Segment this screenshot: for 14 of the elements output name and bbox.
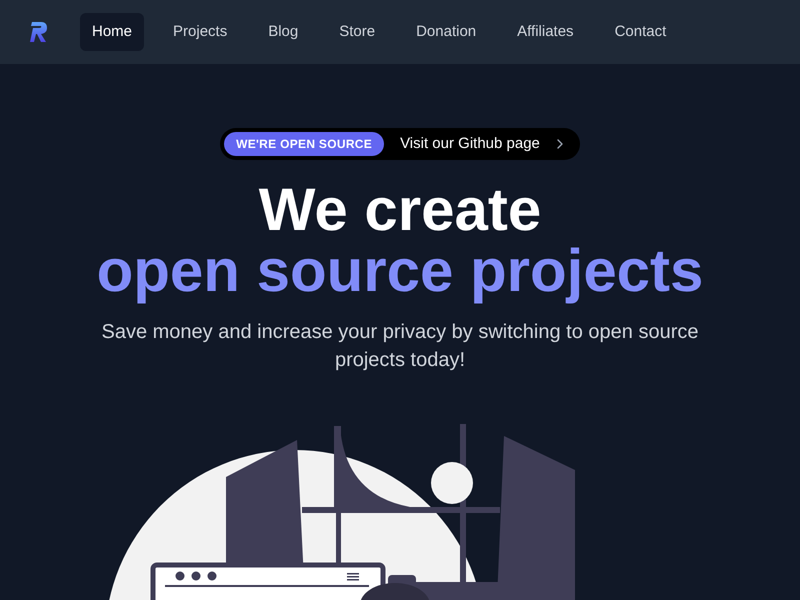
nav-link[interactable]: Donation <box>404 12 488 52</box>
logo-icon[interactable] <box>30 21 48 43</box>
hero-title: We create <box>258 180 542 240</box>
nav-link[interactable]: Blog <box>256 12 310 52</box>
nav-link[interactable]: Store <box>327 12 388 52</box>
nav-link[interactable]: Projects <box>161 12 240 52</box>
github-banner[interactable]: WE'RE OPEN SOURCE Visit our Github page <box>220 128 580 160</box>
hero-subtitle: Save money and increase your privacy by switching to open source projects today! <box>100 320 700 373</box>
hero-title-highlight: open source projects <box>96 240 704 302</box>
nav-link[interactable]: Home <box>80 12 144 52</box>
nav-link[interactable]: Affiliates <box>505 12 586 52</box>
github-link-text: Visit our Github page <box>400 134 540 154</box>
open-source-badge: WE'RE OPEN SOURCE <box>224 132 384 156</box>
nav-link[interactable]: Contact <box>602 12 678 52</box>
